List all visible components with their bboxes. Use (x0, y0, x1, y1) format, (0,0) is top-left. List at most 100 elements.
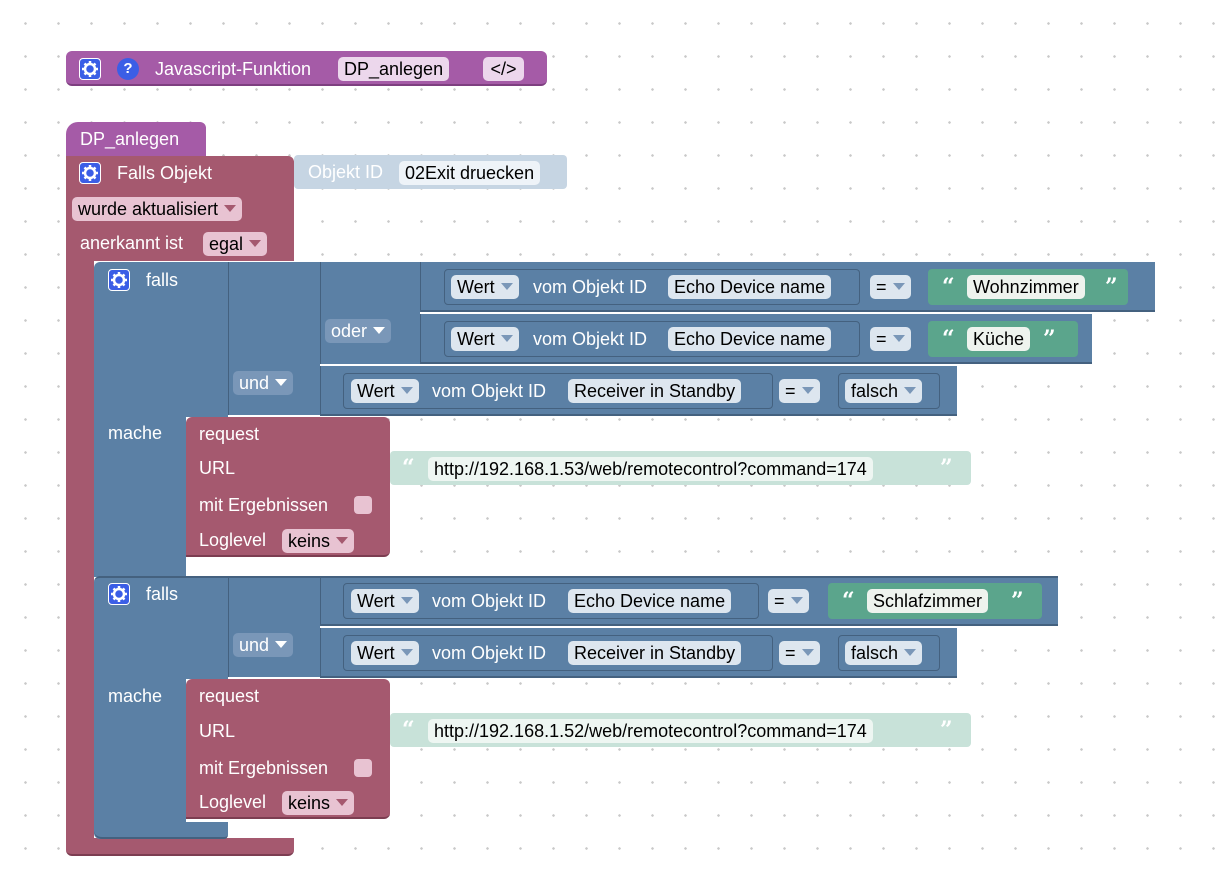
close-quote-icon: ” (1011, 588, 1024, 614)
loglevel-value: keins (288, 531, 331, 551)
trigger-block-footer (66, 838, 294, 856)
chevron-down-icon (801, 648, 814, 656)
trigger-label: Falls Objekt (117, 163, 213, 183)
object-id-field[interactable]: Echo Device name (568, 589, 732, 613)
url-label: URL (199, 721, 236, 741)
object-id-field[interactable]: Echo Device name (668, 275, 832, 299)
gear-icon[interactable] (108, 269, 130, 291)
chevron-down-icon (275, 378, 288, 386)
from-object-label: vom Objekt ID (432, 381, 547, 401)
boolean-value: falsch (851, 381, 899, 401)
compare-operator-value: = (774, 591, 785, 611)
chevron-down-icon (801, 386, 814, 394)
object-id-field[interactable]: Echo Device name (668, 327, 832, 351)
chevron-down-icon (336, 536, 349, 544)
from-object-label: vom Objekt ID (533, 277, 648, 297)
loglevel-dropdown[interactable]: keins (282, 529, 355, 553)
results-checkbox[interactable] (354, 496, 372, 514)
gear-icon[interactable] (108, 583, 130, 605)
compare-operator-dropdown[interactable]: = (870, 327, 911, 351)
from-object-label: vom Objekt ID (432, 591, 547, 611)
do-label: mache (108, 686, 163, 706)
text-value-field[interactable]: Küche (967, 327, 1031, 351)
boolean-dropdown[interactable]: falsch (845, 379, 923, 403)
loglevel-label: Loglevel (199, 792, 267, 812)
chevron-down-icon (400, 648, 413, 656)
chevron-down-icon (275, 640, 288, 648)
chevron-down-icon (904, 648, 917, 656)
property-dropdown[interactable]: Wert (451, 327, 519, 351)
and-operator-value: und (239, 635, 270, 655)
property-value: Wert (357, 643, 395, 663)
chevron-down-icon (892, 282, 905, 290)
chevron-down-icon (373, 326, 386, 334)
open-quote-icon: “ (402, 717, 415, 743)
function-body-title: DP_anlegen (80, 129, 180, 149)
object-id-label: Objekt ID (308, 162, 384, 182)
trigger-mode-dropdown[interactable]: wurde aktualisiert (72, 197, 243, 221)
compare-operator-value: = (876, 329, 887, 349)
chevron-down-icon (892, 334, 905, 342)
and-operator-dropdown[interactable]: und (233, 371, 294, 395)
text-value-field[interactable]: Schlafzimmer (867, 589, 989, 613)
gear-icon[interactable] (79, 162, 101, 184)
ack-label: anerkannt ist (80, 233, 184, 253)
property-dropdown[interactable]: Wert (351, 379, 419, 403)
from-object-label: vom Objekt ID (533, 329, 648, 349)
request-label: request (199, 424, 260, 444)
close-quote-icon: ” (1105, 274, 1118, 300)
compare-operator-dropdown[interactable]: = (779, 641, 820, 665)
from-object-label: vom Objekt ID (432, 643, 547, 663)
compare-operator-value: = (876, 277, 887, 297)
function-name-field[interactable]: DP_anlegen (338, 57, 450, 81)
object-id-field[interactable]: Receiver in Standby (568, 641, 742, 665)
text-value-field[interactable]: Wohnzimmer (967, 275, 1085, 299)
close-quote-icon: ” (940, 455, 953, 481)
open-quote-icon: “ (402, 455, 415, 481)
ack-dropdown[interactable]: egal (203, 232, 268, 256)
results-label: mit Ergebnissen (199, 495, 329, 515)
chevron-down-icon (500, 282, 513, 290)
chevron-down-icon (224, 204, 237, 212)
if-label: falls (146, 270, 179, 290)
and-operator-value: und (239, 373, 270, 393)
if-label: falls (146, 584, 179, 604)
property-dropdown[interactable]: Wert (351, 589, 419, 613)
ack-value: egal (209, 234, 244, 254)
chevron-down-icon (904, 386, 917, 394)
loglevel-label: Loglevel (199, 530, 267, 550)
results-label: mit Ergebnissen (199, 758, 329, 778)
compare-operator-dropdown[interactable]: = (768, 589, 809, 613)
property-dropdown[interactable]: Wert (351, 641, 419, 665)
url-field[interactable]: http://192.168.1.52/web/remotecontrol?co… (428, 719, 873, 743)
gear-icon[interactable] (79, 58, 101, 80)
chevron-down-icon (400, 596, 413, 604)
compare-operator-dropdown[interactable]: = (779, 379, 820, 403)
object-id-field[interactable]: Receiver in Standby (568, 379, 742, 403)
property-dropdown[interactable]: Wert (451, 275, 519, 299)
chevron-down-icon (790, 596, 803, 604)
open-quote-icon: “ (942, 274, 955, 300)
property-value: Wert (457, 329, 495, 349)
property-value: Wert (357, 381, 395, 401)
compare-operator-value: = (785, 381, 796, 401)
and-operator-dropdown[interactable]: und (233, 633, 294, 657)
object-id-field[interactable]: 02Exit druecken (399, 161, 541, 185)
close-quote-icon: ” (940, 717, 953, 743)
and-block-2[interactable] (228, 576, 320, 677)
chevron-down-icon (249, 239, 262, 247)
results-checkbox[interactable] (354, 759, 372, 777)
function-label: Javascript-Funktion (155, 59, 312, 79)
code-button[interactable]: </> (483, 57, 524, 81)
compare-operator-dropdown[interactable]: = (870, 275, 911, 299)
or-operator-dropdown[interactable]: oder (325, 319, 392, 343)
if-block-2-footer (94, 822, 228, 839)
or-block[interactable] (320, 262, 420, 364)
help-icon[interactable]: ? (117, 58, 139, 80)
url-field[interactable]: http://192.168.1.53/web/remotecontrol?co… (428, 457, 873, 481)
boolean-dropdown[interactable]: falsch (845, 641, 923, 665)
or-operator-value: oder (331, 321, 368, 341)
request-label: request (199, 686, 260, 706)
loglevel-dropdown[interactable]: keins (282, 791, 355, 815)
open-quote-icon: “ (842, 588, 855, 614)
